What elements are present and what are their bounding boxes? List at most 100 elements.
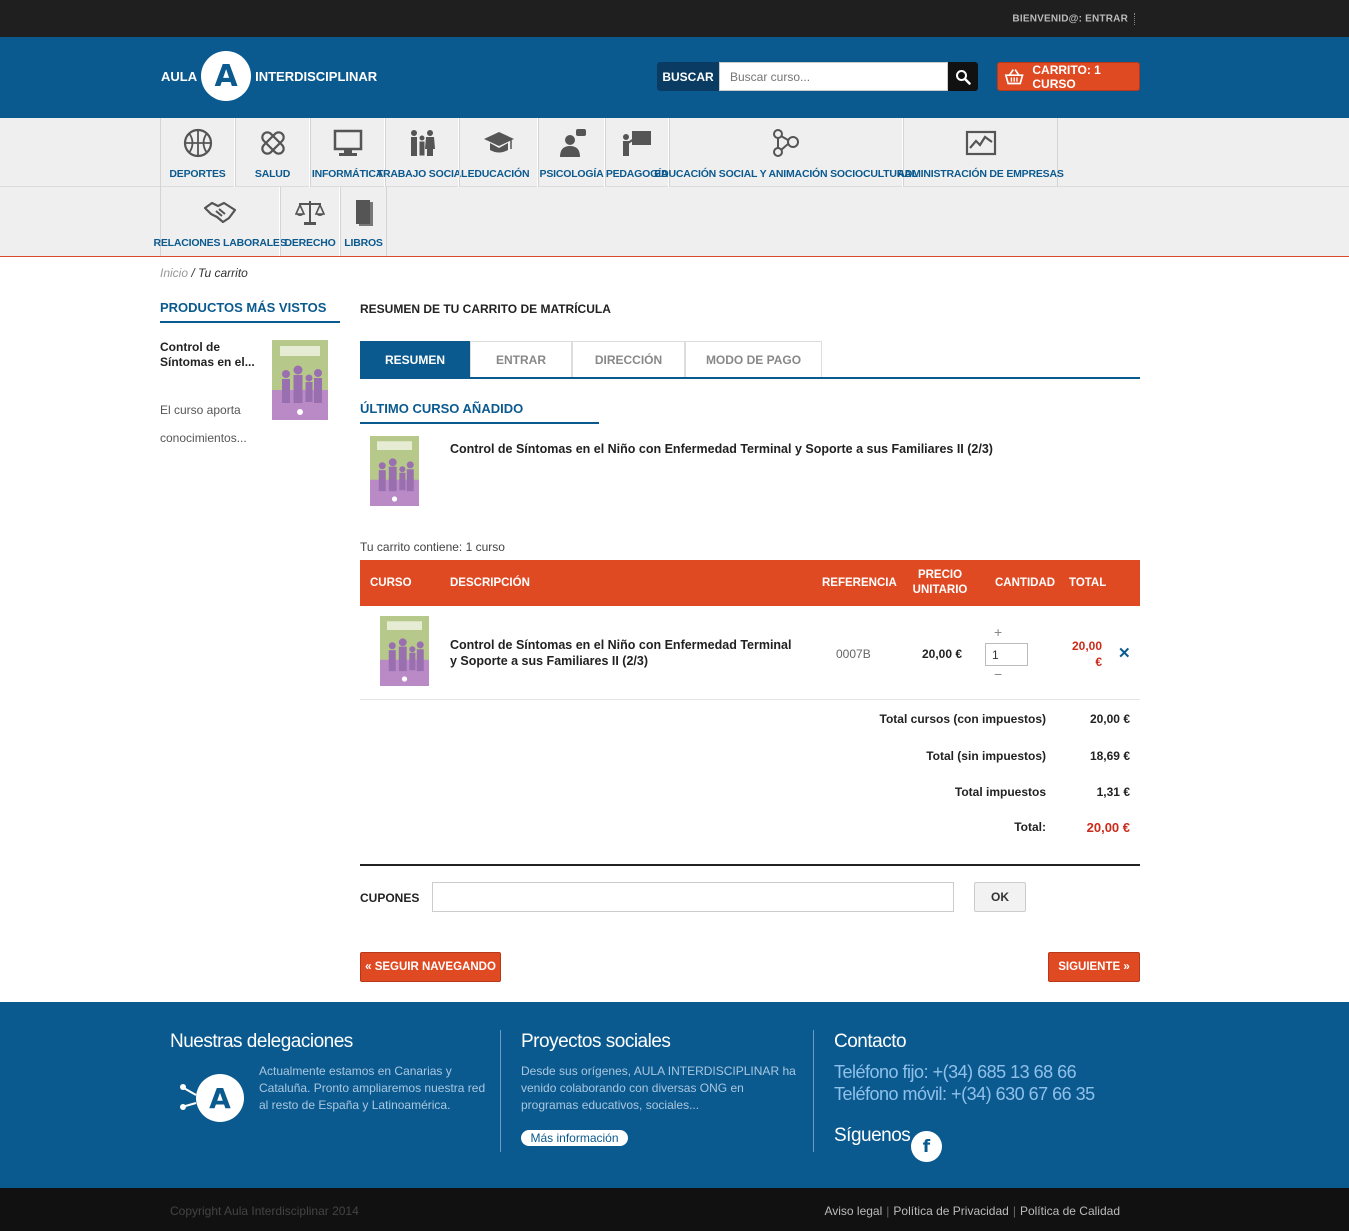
breadcrumb: Inicio / Tu carrito [160, 266, 248, 280]
book-icon [355, 200, 373, 226]
chart-line-icon [965, 130, 996, 156]
search-label: BUSCAR [657, 62, 719, 91]
most-viewed-product-desc: El curso aporta conocimientos... [160, 403, 247, 445]
nav-item-administracion[interactable]: ADMINISTRACIÓN DE EMPRESAS [897, 118, 1064, 187]
breadcrumb-home-link[interactable]: Inicio [160, 266, 188, 280]
category-nav-row-1: DEPORTES SALUD INFORMÁTICA TRABAJO SOCIA… [160, 118, 1064, 187]
summary-taxes: Total impuestos 1,31 € [954, 785, 1130, 799]
search-button[interactable] [948, 62, 978, 91]
most-viewed-title: PRODUCTOS MÁS VISTOS [160, 300, 340, 323]
coupon-ok-button[interactable]: OK [974, 882, 1026, 912]
footer-phone-mobile: Teléfono móvil: +(34) 630 67 66 35 [834, 1084, 1095, 1104]
nav-item-educacion[interactable]: EDUCACIÓN [459, 118, 538, 187]
cart-button[interactable]: CARRITO: 1 CURSO [997, 62, 1140, 91]
nav-item-deportes[interactable]: DEPORTES [160, 118, 235, 187]
search-icon [956, 69, 971, 85]
col-curso: CURSO [370, 576, 412, 589]
nav-item-trabajo-social[interactable]: TRABAJO SOCIAL [377, 118, 467, 187]
next-step-button[interactable]: SIGUIENTE » [1048, 952, 1140, 982]
footer-logo-icon: A [180, 1074, 244, 1122]
table-row: Control de Síntomas en el Niño con Enfer… [360, 606, 1140, 700]
footer-phone-landline: Teléfono fijo: +(34) 685 13 68 66 [834, 1062, 1077, 1082]
speaker-bubble-icon [559, 129, 586, 157]
category-nav-row-2: RELACIONES LABORALES DERECHO LIBROS [153, 187, 387, 256]
site-logo[interactable]: AULA A INTERDISCIPLINAR [161, 50, 377, 102]
network-people-icon [773, 129, 799, 157]
facebook-icon[interactable]: f [911, 1131, 942, 1162]
quality-policy-link[interactable]: Política de Calidad [1020, 1204, 1120, 1218]
top-bar: BIENVENID@: ENTRAR [0, 0, 1349, 37]
legal-links: Aviso legal | Política de Privacidad | Polít… [824, 1204, 1120, 1218]
cart-label: CARRITO: 1 CURSO [1032, 62, 1101, 91]
logo-text-left: AULA [161, 68, 198, 84]
col-precio-unitario: PRECIO UNITARIO [912, 569, 968, 596]
footer-social-projects-title: Proyectos sociales [521, 1031, 671, 1052]
footer-follow-title: Síguenos [834, 1125, 911, 1146]
coupon-divider [360, 864, 1140, 866]
family-icon [411, 130, 435, 156]
nav-item-informatica[interactable]: INFORMÁTICA [310, 118, 385, 187]
quantity-input[interactable] [985, 643, 1028, 666]
coupon-input[interactable] [432, 882, 954, 912]
summary-total-with-tax: Total cursos (con impuestos) 20,00 € [879, 712, 1130, 726]
quantity-minus-button[interactable]: − [994, 666, 1002, 682]
product-cover-image[interactable] [272, 340, 328, 420]
last-added-cover-image[interactable] [370, 436, 419, 506]
step-resumen[interactable]: RESUMEN [360, 341, 470, 377]
footer-social-projects-text: Desde sus orígenes, AULA INTERDISCIPLINA… [521, 1064, 796, 1112]
checkout-steps: RESUMEN ENTRAR DIRECCIÓN MODO DE PAGO [360, 341, 1140, 379]
more-info-button[interactable]: Más información [521, 1130, 628, 1146]
svg-text:A: A [209, 1082, 231, 1115]
privacy-policy-link[interactable]: Política de Privacidad [893, 1204, 1008, 1218]
nav-item-derecho[interactable]: DERECHO [280, 187, 340, 256]
col-descripcion: DESCRIPCIÓN [450, 576, 530, 589]
logo-text-right: INTERDISCIPLINAR [255, 68, 378, 84]
cart-item-reference: 0007B [836, 647, 871, 661]
col-referencia: REFERENCIA [822, 576, 897, 589]
copyright-text: Copyright Aula Interdisciplinar 2014 [170, 1204, 359, 1218]
breadcrumb-current: Tu carrito [198, 266, 248, 280]
remove-item-button[interactable]: ✕ [1118, 644, 1131, 662]
nav-item-psicologia[interactable]: PSICOLOGÍA [538, 118, 605, 187]
legal-notice-link[interactable]: Aviso legal [824, 1204, 882, 1218]
footer-delegations-text: Actualmente estamos en Canarias y Catalu… [259, 1064, 486, 1112]
nav-item-educacion-social[interactable]: EDUCACIÓN SOCIAL Y ANIMACIÓN SOCIOCULTUR… [654, 118, 918, 187]
basket-icon [1004, 68, 1024, 84]
welcome-login-link[interactable]: BIENVENID@: ENTRAR [1012, 13, 1135, 25]
cart-table-header: CURSO DESCRIPCIÓN REFERENCIA PRECIO UNIT… [360, 560, 1140, 606]
handshake-icon [203, 201, 237, 224]
continue-browsing-button[interactable]: « SEGUIR NAVEGANDO [360, 952, 501, 982]
search-input[interactable] [719, 62, 948, 91]
site-header: AULA A INTERDISCIPLINAR BUSCAR CARRITO: … [0, 37, 1349, 118]
basketball-icon [183, 128, 212, 158]
graduation-cap-icon [483, 132, 514, 153]
nav-item-salud[interactable]: SALUD [235, 118, 310, 187]
bandage-icon [260, 131, 285, 155]
col-cantidad: CANTIDAD [995, 576, 1056, 589]
coupon-label: CUPONES [360, 891, 420, 905]
cart-item-total: 20,00 € [1072, 639, 1103, 669]
cart-count-text: Tu carrito contiene: 1 curso [360, 540, 505, 554]
summary-total-without-tax: Total (sin impuestos) 18,69 € [926, 749, 1130, 763]
cart-summary-title: RESUMEN DE TU CARRITO DE MATRÍCULA [360, 302, 611, 316]
nav-item-relaciones-laborales[interactable]: RELACIONES LABORALES [153, 187, 287, 256]
step-direccion[interactable]: DIRECCIÓN [572, 341, 685, 377]
step-modo-de-pago[interactable]: MODO DE PAGO [685, 341, 822, 377]
last-added-name[interactable]: Control de Síntomas en el Niño con Enfer… [450, 442, 993, 456]
step-entrar[interactable]: ENTRAR [470, 341, 572, 377]
breadcrumb-separator: / [191, 266, 195, 280]
cart-item-cover-image[interactable] [380, 616, 429, 686]
teacher-board-icon [623, 131, 651, 156]
bottom-bar: Copyright Aula Interdisciplinar 2014 Avi… [0, 1188, 1349, 1231]
most-viewed-product-link[interactable]: Control de Síntomas en el... [160, 340, 255, 370]
logo-mark: A [201, 51, 252, 101]
scales-icon [295, 201, 325, 225]
quantity-plus-button[interactable]: + [994, 624, 1002, 640]
cart-item-unit-price: 20,00 € [922, 647, 963, 661]
col-total: TOTAL [1069, 576, 1107, 589]
footer-delegations-title: Nuestras delegaciones [170, 1031, 353, 1052]
nav-item-libros[interactable]: LIBROS [340, 187, 387, 256]
cart-item-description[interactable]: Control de Síntomas en el Niño con Enfer… [450, 637, 795, 669]
last-added-title: ÚLTIMO CURSO AÑADIDO [360, 401, 599, 424]
monitor-icon [333, 129, 362, 156]
